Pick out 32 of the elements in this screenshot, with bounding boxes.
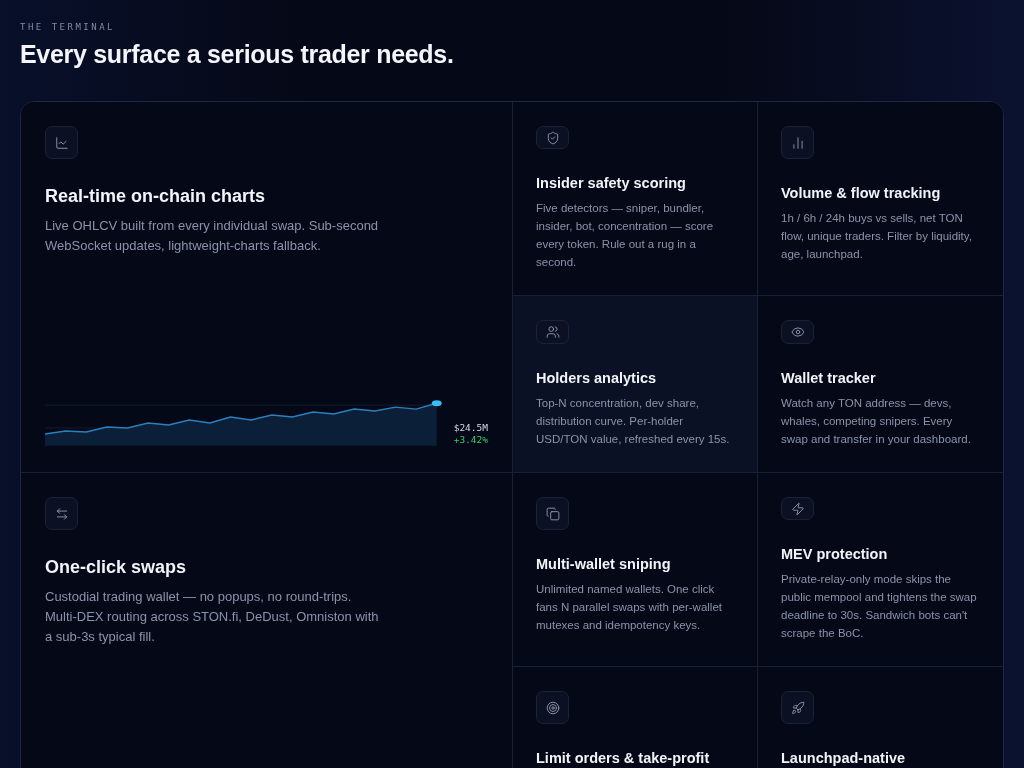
feature-description: 1h / 6h / 24h buys vs sells, net TON flow, unique traders. Filter by liquidity, age, launchpad.: [781, 211, 973, 262]
feature-title: Wallet tracker: [781, 370, 877, 386]
feature-description: Private-relay-only mode skips the public mempool and tightens the swap deadline to 30s. Sandwich bots can't scrape the BoC.: [781, 572, 978, 641]
users-icon: [536, 320, 569, 344]
feature-description: Watch any TON address — devs, whales, competing snipers. Every swap and transfer in your dashboard.: [781, 396, 972, 447]
shield-icon: [536, 126, 569, 149]
bar-chart-icon: [781, 126, 814, 159]
feature-description: Top-N concentration, dev share, distribution curve. Per-holder USD/TON value, refreshed every 15s.: [536, 396, 731, 447]
feature-title: Multi-wallet sniping: [536, 556, 672, 572]
feature-description: Live OHLCV built from every individual swap. Sub-second WebSocket updates, lightweight-charts fallback.: [45, 217, 380, 255]
feature-description: Unlimited named wallets. One click fans N parallel swaps with per-wallet mutexes and idempotency keys.: [536, 582, 723, 633]
feature-title: Real-time on-chain charts: [45, 186, 267, 207]
feature-title: Holders analytics: [536, 370, 658, 386]
price-change: +3.42%: [453, 434, 488, 446]
target-icon: [536, 691, 569, 724]
lightning-icon: [781, 497, 814, 520]
rocket-icon: [781, 691, 814, 724]
section-heading: Every surface a serious trader needs.: [20, 40, 455, 69]
feature-title: Insider safety scoring: [536, 175, 687, 191]
feature-description: Five detectors — sniper, bundler, insider, bot, concentration — score every token. Rule out a rug in a second.: [536, 201, 715, 270]
eye-icon: [781, 320, 814, 344]
feature-title: MEV protection: [781, 546, 889, 562]
arrows-icon: [45, 497, 78, 530]
feature-description: Custodial trading wallet — no popups, no round-trips. Multi-DEX routing across STON.fi, DeDust, Omniston with a sub-3s typical fill.: [45, 588, 380, 646]
stacked-squares-icon: [536, 497, 569, 530]
feature-title: Limit orders & take-profit: [536, 750, 711, 766]
price-value: $24.5M: [453, 422, 488, 434]
feature-title: Volume & flow tracking: [781, 185, 942, 201]
section-eyebrow: THE TERMINAL: [20, 22, 117, 32]
line-chart-icon: [45, 126, 78, 159]
feature-title: One-click swaps: [45, 557, 188, 578]
feature-title: Launchpad-native: [781, 750, 907, 766]
